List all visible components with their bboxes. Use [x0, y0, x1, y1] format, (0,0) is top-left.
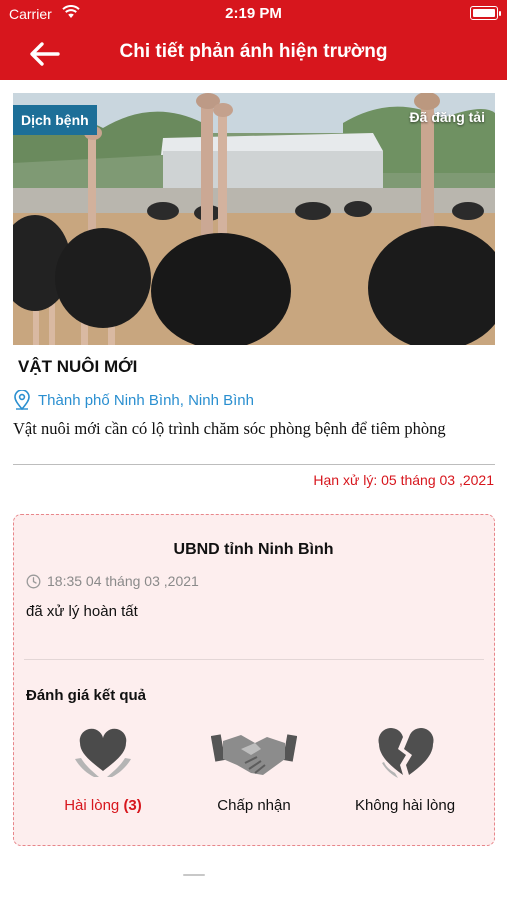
response-time: 18:35 04 tháng 03 ,2021: [26, 573, 199, 589]
deadline-text: Hạn xử lý: 05 tháng 03 ,2021: [313, 472, 494, 488]
rating-dissatisfied-button[interactable]: Không hài lòng: [330, 725, 480, 814]
status-bar: Carrier 2:19 PM: [0, 0, 507, 28]
heart-hands-icon: [75, 728, 131, 777]
handshake-icon: [211, 734, 297, 775]
rating-heading: Đánh giá kết quả: [26, 687, 147, 704]
location-text: Thành phố Ninh Bình, Ninh Bình: [38, 391, 254, 409]
status-badge: Đã đăng tải: [409, 109, 485, 125]
agency-name: UBND tỉnh Ninh Bình: [173, 541, 334, 558]
status-time: 2:19 PM: [225, 5, 282, 22]
category-badge: Dịch bệnh: [13, 105, 97, 135]
dissatisfied-label: Không hài lòng: [354, 797, 456, 814]
satisfied-label: Hài lòng (3): [64, 797, 142, 814]
response-result: đã xử lý hoàn tất: [26, 603, 138, 620]
rating-accept-button[interactable]: Chấp nhận: [179, 725, 329, 814]
battery-icon: [470, 6, 501, 20]
report-location[interactable]: Thành phố Ninh Bình, Ninh Bình: [13, 390, 254, 410]
satisfied-count: (3): [123, 797, 142, 814]
response-time-text: 18:35 04 tháng 03 ,2021: [47, 573, 199, 589]
clock-icon: [26, 574, 41, 588]
accept-label: Chấp nhận: [217, 797, 291, 814]
report-title: VẬT NUÔI MỚI: [18, 357, 138, 376]
page-title: Chi tiết phản ánh hiện trường: [119, 41, 388, 62]
location-pin-icon: [14, 390, 30, 410]
report-description: Vật nuôi mới cần có lộ trình chăm sóc ph…: [13, 419, 446, 438]
response-card: UBND tỉnh Ninh Bình 18:35 04 tháng 03 ,2…: [13, 514, 495, 846]
home-indicator: [183, 874, 205, 876]
broken-heart-icon: [378, 728, 434, 778]
divider: [13, 464, 495, 465]
rating-satisfied-button[interactable]: Hài lòng (3): [28, 725, 178, 814]
card-divider: [24, 659, 484, 660]
header-bar: Carrier 2:19 PM Chi tiết phản ánh hiện t…: [0, 0, 507, 80]
